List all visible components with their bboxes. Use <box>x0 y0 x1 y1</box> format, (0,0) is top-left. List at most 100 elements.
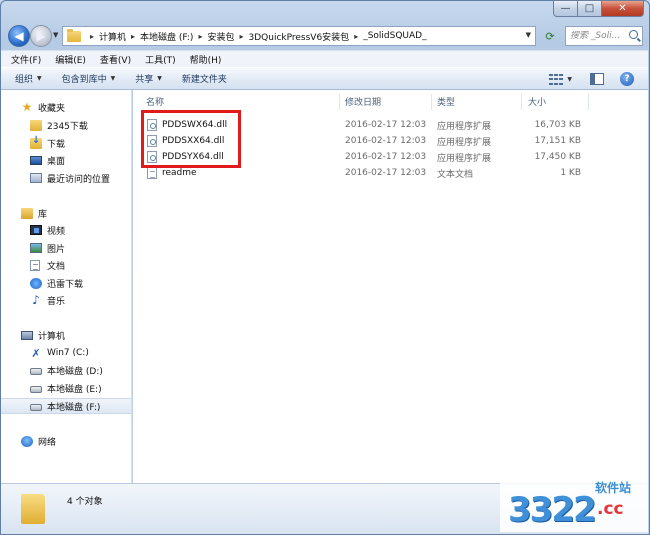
nav-label: 2345下载 <box>47 121 88 132</box>
site-watermark: 3322 软件站 .cc <box>500 472 648 532</box>
minimize-button[interactable]: — <box>553 0 578 17</box>
column-header-date[interactable]: 修改日期 <box>345 90 381 112</box>
folder-icon <box>67 28 81 42</box>
nav-favorites[interactable]: ★ 收藏夹 <box>1 99 131 115</box>
arrow-right-icon: ▶ <box>36 29 46 43</box>
menu-file[interactable]: 文件(F) <box>11 53 41 66</box>
nav-item-drive-d[interactable]: 本地磁盘 (D:) <box>1 362 131 378</box>
share-button[interactable]: 共享 ▼ <box>135 72 162 85</box>
menu-view[interactable]: 查看(V) <box>100 53 131 66</box>
nav-label: Win7 (C:) <box>47 348 89 358</box>
nav-item-videos[interactable]: 视频 <box>1 222 131 238</box>
window-caption-buttons: — □ ✕ <box>553 0 644 17</box>
recent-pages-dropdown[interactable]: ▼ <box>53 31 58 39</box>
chevron-down-icon: ▼ <box>157 75 162 82</box>
column-header-type[interactable]: 类型 <box>437 90 455 112</box>
refresh-button[interactable]: ⟳ <box>540 26 560 46</box>
nav-computer[interactable]: 计算机 <box>1 327 131 343</box>
column-divider[interactable] <box>339 94 340 110</box>
file-date: 2016-02-17 12:03 <box>345 168 427 178</box>
nav-item-drive-e[interactable]: 本地磁盘 (E:) <box>1 380 131 396</box>
nav-item-recent-places[interactable]: 最近访问的位置 <box>1 170 131 186</box>
column-header-size[interactable]: 大小 <box>528 90 546 112</box>
nav-label: 本地磁盘 (E:) <box>47 384 102 395</box>
nav-item-music[interactable]: ♪ 音乐 <box>1 292 131 308</box>
watermark-domain: .cc <box>597 499 624 519</box>
nav-item-documents[interactable]: 文档 <box>1 257 131 273</box>
file-type: 应用程序扩展 <box>437 137 492 148</box>
include-in-library-button[interactable]: 包含到库中 ▼ <box>62 72 116 85</box>
star-icon: ★ <box>21 99 33 114</box>
menu-tools[interactable]: 工具(T) <box>145 53 176 66</box>
chevron-right-icon[interactable]: ▸ <box>131 32 135 41</box>
thunder-download-icon <box>30 277 42 289</box>
nav-item-pictures[interactable]: 图片 <box>1 240 131 256</box>
highlight-annotation <box>141 110 241 168</box>
nav-label: 计算机 <box>38 331 66 342</box>
breadcrumb-computer[interactable]: 计算机 <box>99 30 126 43</box>
organize-button[interactable]: 组织 ▼ <box>15 72 42 85</box>
file-type: 应用程序扩展 <box>437 121 492 132</box>
column-divider[interactable] <box>431 94 432 110</box>
nav-label: 音乐 <box>47 296 66 307</box>
recent-places-icon <box>30 173 42 183</box>
file-type: 应用程序扩展 <box>437 153 492 164</box>
organize-label: 组织 <box>15 75 34 85</box>
chevron-right-icon[interactable]: ▸ <box>239 32 243 41</box>
column-divider[interactable] <box>521 94 522 110</box>
chevron-right-icon[interactable]: ▸ <box>198 32 202 41</box>
chevron-down-icon: ▼ <box>110 75 116 82</box>
address-bar[interactable]: ▸ 计算机 ▸ 本地磁盘 (F:) ▸ 安装包 ▸ 3DQuickPressV6… <box>62 26 536 46</box>
preview-pane-icon[interactable] <box>590 73 604 85</box>
menu-help[interactable]: 帮助(H) <box>190 53 222 66</box>
change-view-icon[interactable] <box>549 73 564 85</box>
folder-icon <box>21 494 45 524</box>
nav-libraries[interactable]: 库 <box>1 205 131 221</box>
video-icon <box>30 225 42 235</box>
chevron-right-icon: ▸ <box>90 31 95 41</box>
search-box[interactable] <box>565 26 643 46</box>
hard-drive-icon <box>30 386 42 393</box>
nav-item-thunder-download[interactable]: 迅雷下载 <box>1 275 131 291</box>
nav-label: 最近访问的位置 <box>47 174 111 185</box>
nav-label: 迅雷下载 <box>47 279 84 290</box>
search-input[interactable] <box>570 31 628 41</box>
file-size: 1 KB <box>560 168 581 178</box>
view-options-dropdown[interactable]: ▼ <box>567 76 572 83</box>
breadcrumb-install-package[interactable]: 安装包 <box>207 30 234 43</box>
file-date: 2016-02-17 12:03 <box>345 120 427 130</box>
breadcrumb-solidsquad[interactable]: _SolidSQUAD_ <box>363 31 426 41</box>
nav-item-drive-c[interactable]: ✗ Win7 (C:) <box>1 345 131 361</box>
computer-icon <box>21 330 33 340</box>
column-header-name[interactable]: 名称 <box>146 90 164 112</box>
help-icon[interactable]: ? <box>620 72 634 86</box>
menu-edit[interactable]: 编辑(E) <box>55 53 86 66</box>
desktop-icon <box>30 155 42 165</box>
address-history-dropdown[interactable]: ▼ <box>526 31 531 39</box>
back-button[interactable]: ◀ <box>8 25 30 47</box>
file-date: 2016-02-17 12:03 <box>345 152 427 162</box>
nav-item-2345-download[interactable]: 2345下载 <box>1 117 131 133</box>
menu-bar: 文件(F) 编辑(E) 查看(V) 工具(T) 帮助(H) <box>1 50 648 67</box>
close-button[interactable]: ✕ <box>602 0 644 17</box>
search-icon[interactable] <box>629 30 638 39</box>
command-bar: 组织 ▼ 包含到库中 ▼ 共享 ▼ 新建文件夹 ▼ ? <box>1 67 648 90</box>
new-folder-button[interactable]: 新建文件夹 <box>182 72 227 85</box>
item-count: 4 个对象 <box>67 497 103 507</box>
nav-item-desktop[interactable]: 桌面 <box>1 152 131 168</box>
nav-label: 网络 <box>38 437 57 448</box>
column-divider[interactable] <box>588 94 589 110</box>
nav-network[interactable]: 网络 <box>1 433 131 449</box>
downloads-icon <box>30 135 42 149</box>
breadcrumb-drive-f[interactable]: 本地磁盘 (F:) <box>140 30 193 43</box>
watermark-tag: 软件站 <box>595 481 632 495</box>
maximize-button[interactable]: □ <box>578 0 602 17</box>
document-icon <box>30 259 40 271</box>
chevron-right-icon[interactable]: ▸ <box>354 32 358 41</box>
breadcrumb-3dquickpress[interactable]: 3DQuickPressV6安装包 <box>249 30 350 43</box>
file-name-cell: readme <box>147 167 197 179</box>
forward-button[interactable]: ▶ <box>30 25 52 47</box>
nav-item-drive-f[interactable]: 本地磁盘 (F:) <box>1 398 131 414</box>
refresh-icon: ⟳ <box>545 29 555 43</box>
nav-item-downloads[interactable]: 下载 <box>1 135 131 151</box>
